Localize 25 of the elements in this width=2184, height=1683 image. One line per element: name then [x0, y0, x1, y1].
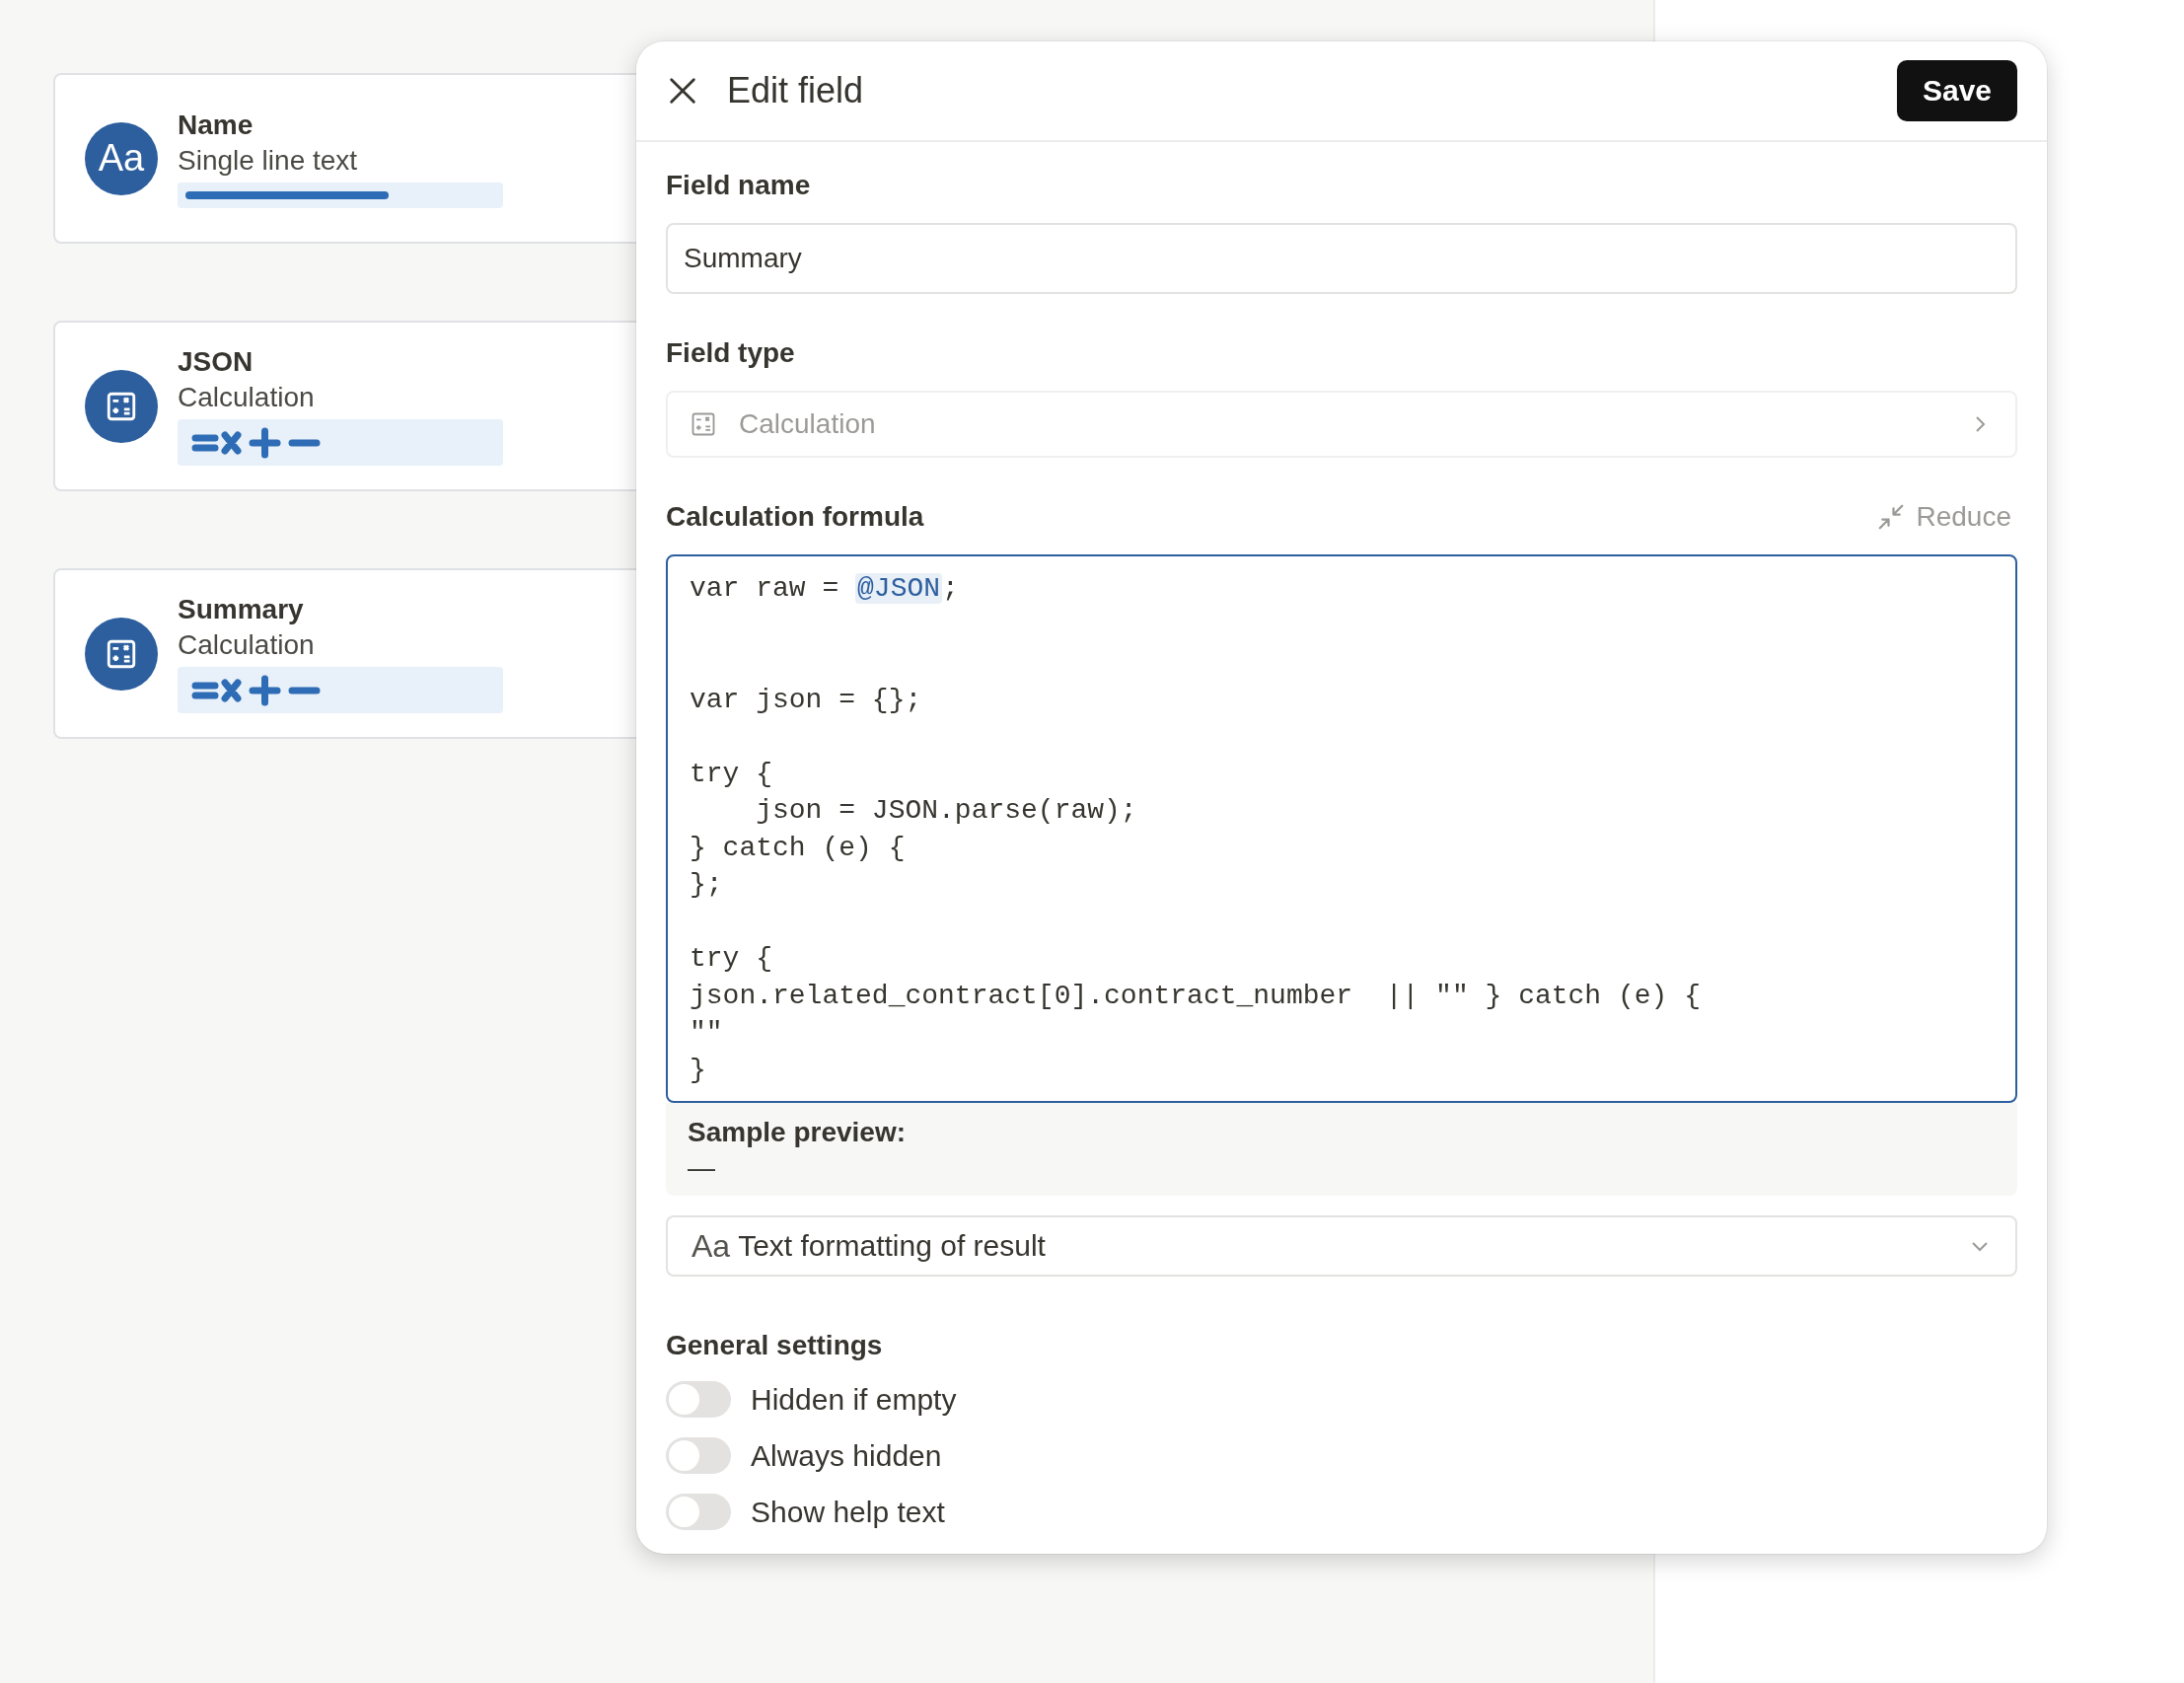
property-token: @JSON — [855, 573, 943, 604]
field-name: Summary — [178, 594, 304, 625]
field-name-input[interactable]: Summary — [666, 223, 2017, 294]
sample-preview-value: — — [688, 1152, 715, 1184]
toggle-switch[interactable] — [666, 1437, 731, 1474]
calculator-icon — [690, 410, 717, 438]
toggle-switch[interactable] — [666, 1494, 731, 1530]
toggle-switch[interactable] — [666, 1381, 731, 1418]
field-label: Calculation formula — [666, 501, 924, 533]
field-name: JSON — [178, 346, 254, 378]
text-type-avatar: Aa — [85, 121, 158, 195]
field-type: Calculation — [178, 629, 315, 661]
formula-editor[interactable]: var raw = @JSON; var json = {}; try { json = JSON.parse(raw); } catch (e) { }; try { json.related_contract[0].contract_number || "" } catch (e) { "" } — [666, 554, 2017, 1103]
sample-preview-label: Sample preview: — [688, 1117, 906, 1148]
field-type: Single line text — [178, 144, 358, 177]
field-type: Calculation — [178, 382, 315, 413]
toggle-label: Always hidden — [751, 1438, 942, 1473]
field-label: Field type — [666, 337, 795, 369]
text-formatting-dropdown[interactable]: Aa Text formatting of result — [666, 1215, 2017, 1277]
save-button[interactable]: Save — [1897, 60, 2017, 121]
section-heading: General settings — [666, 1330, 883, 1361]
field-name: Name — [178, 109, 254, 141]
text-line-icon — [185, 190, 389, 199]
toggle-label: Hidden if empty — [751, 1382, 957, 1417]
toggle-label: Show help text — [751, 1495, 945, 1529]
